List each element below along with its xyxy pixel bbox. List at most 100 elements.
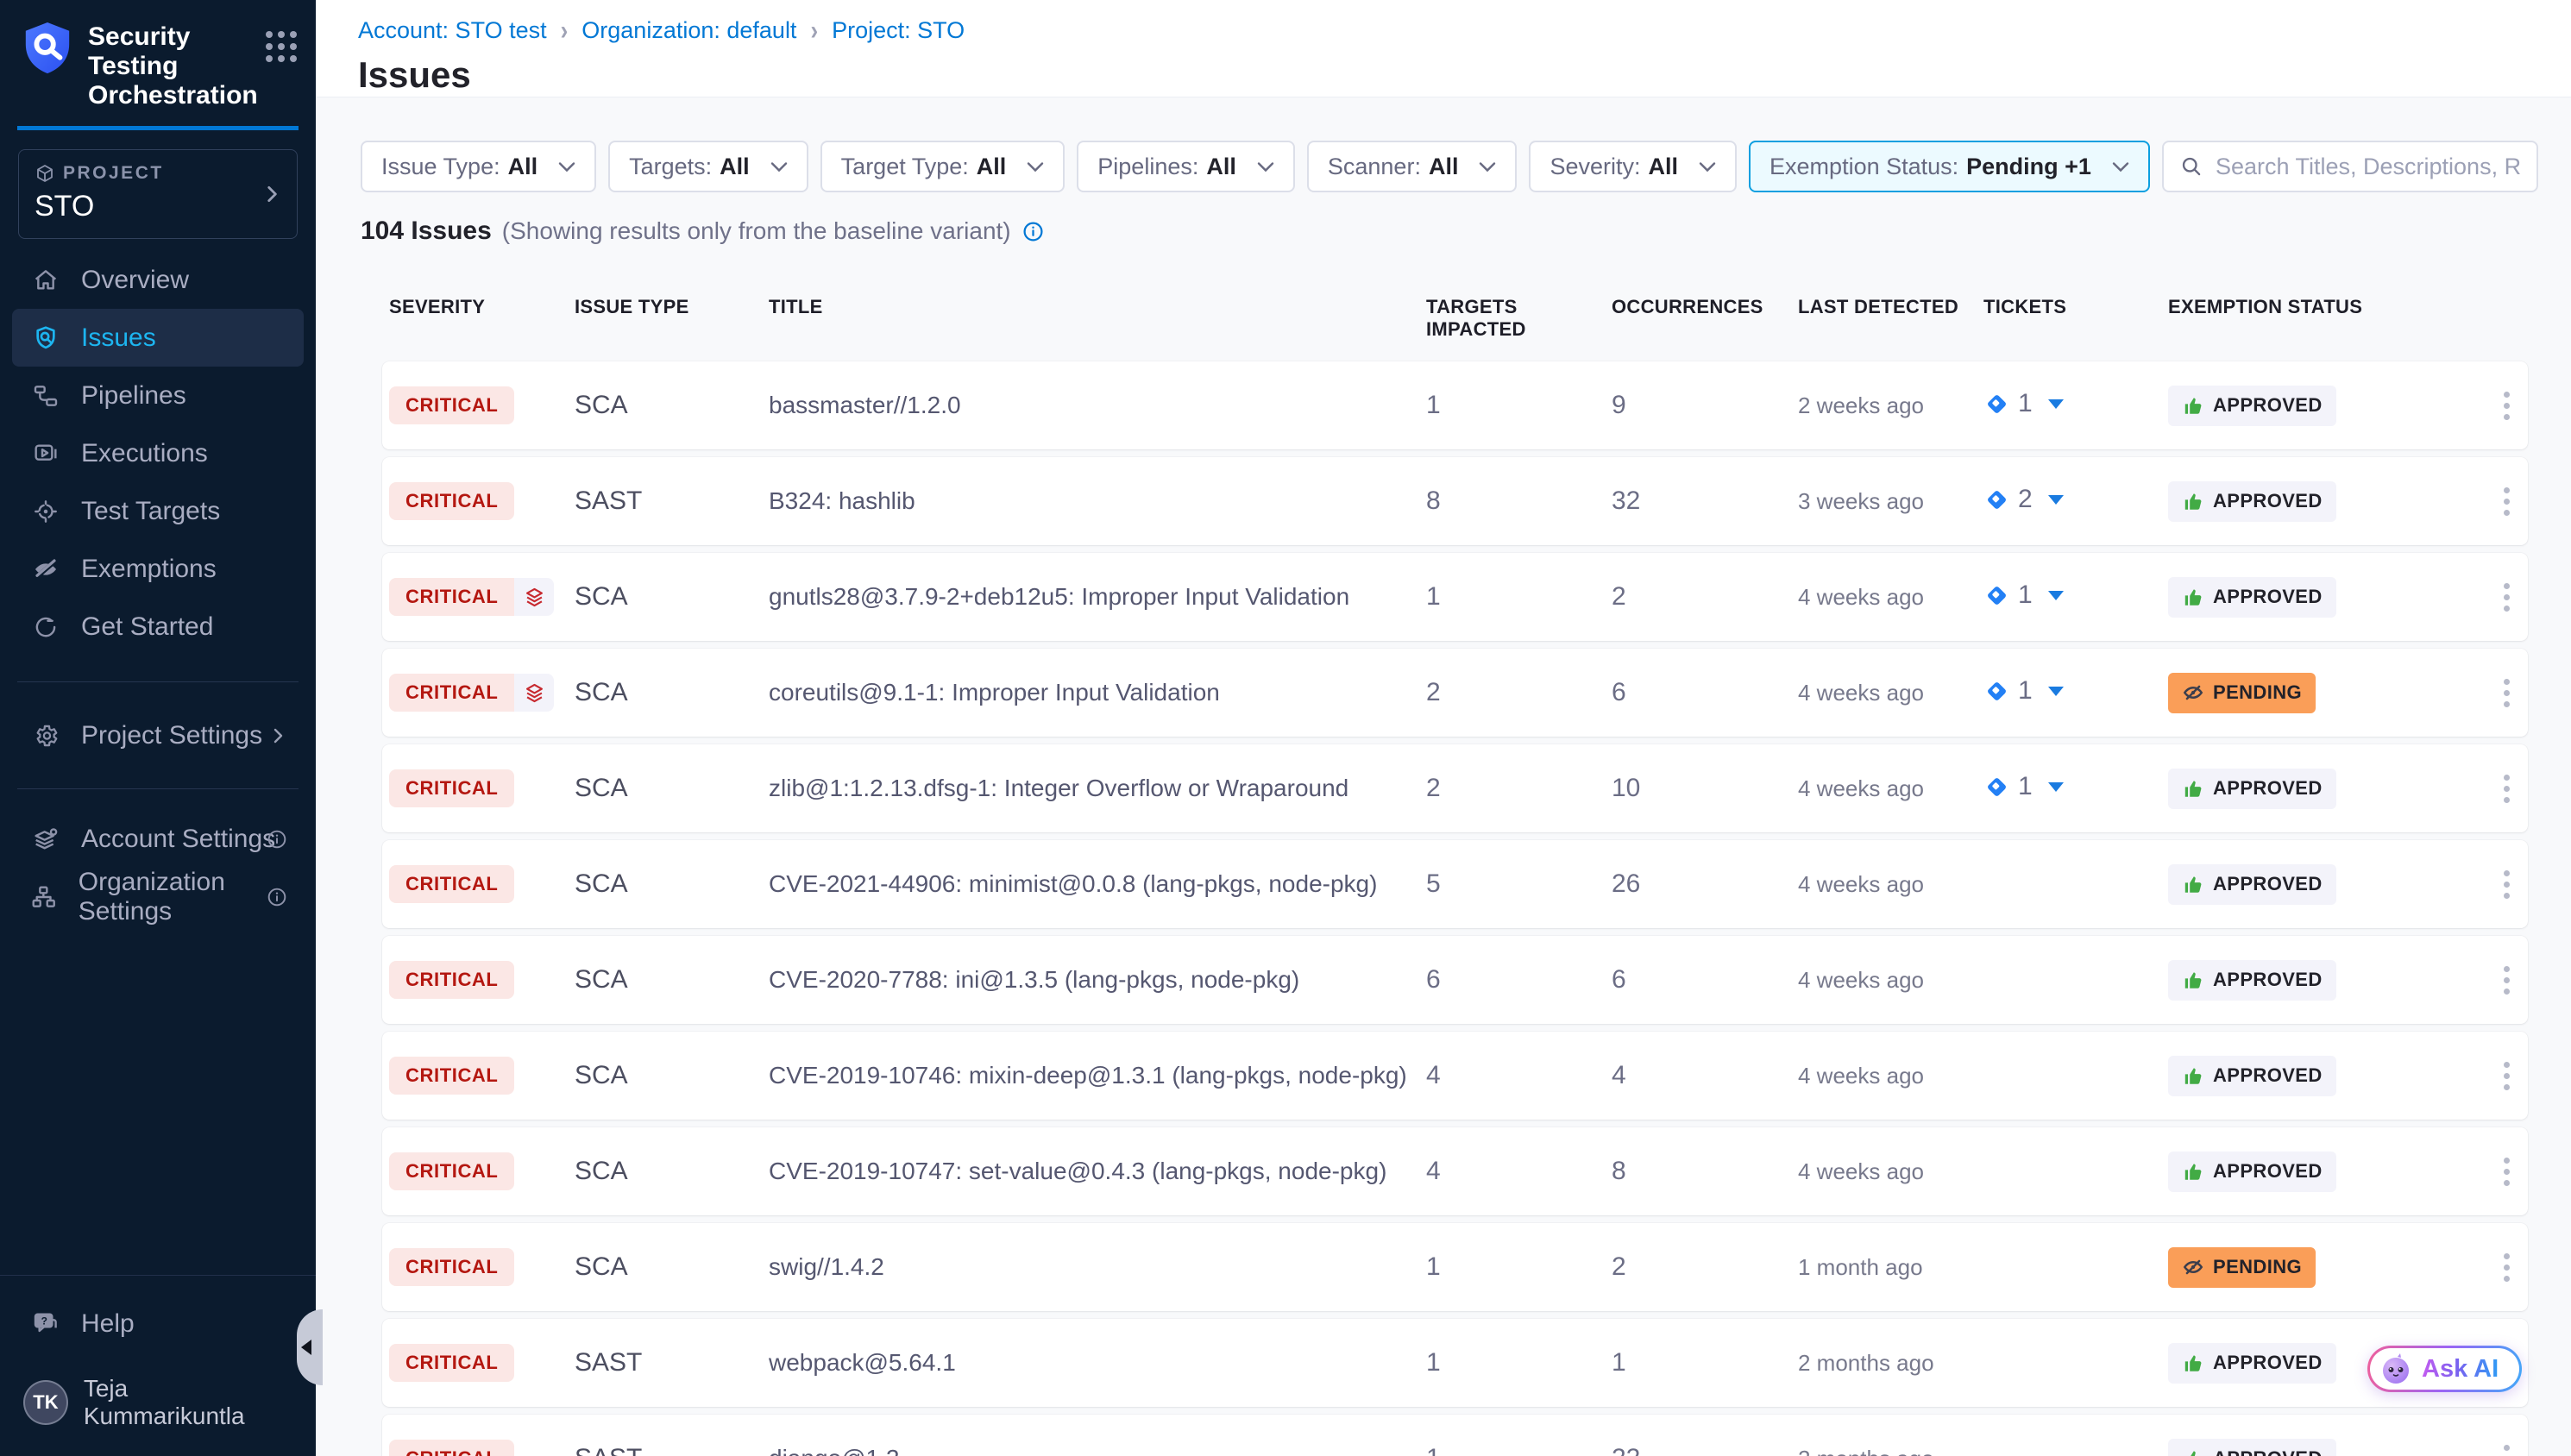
exemption-status-label: PENDING xyxy=(2213,681,2302,704)
issue-title[interactable]: CVE-2021-44906: minimist@0.0.8 (lang-pkg… xyxy=(769,870,1426,898)
svg-text:?: ? xyxy=(41,1315,47,1327)
search-input[interactable] xyxy=(2216,154,2521,180)
table-row[interactable]: CRITICAL SCA coreutils@9.1-1: Improper I… xyxy=(382,649,2528,737)
filter-targets[interactable]: Targets: All xyxy=(608,141,808,192)
table-row[interactable]: CRITICAL SAST webpack@5.64.1 1 1 2 month… xyxy=(382,1319,2528,1407)
filter-bar: Issue Type: All Targets: All Target Type… xyxy=(361,141,2528,192)
sidebar-item-overview[interactable]: Overview xyxy=(12,251,304,309)
filter-severity[interactable]: Severity: All xyxy=(1529,141,1737,192)
issue-title[interactable]: CVE-2020-7788: ini@1.3.5 (lang-pkgs, nod… xyxy=(769,966,1426,994)
issue-title[interactable]: gnutls28@3.7.9-2+deb12u5: Improper Input… xyxy=(769,583,1426,611)
sidebar-item-organization-settings[interactable]: Organization Settings xyxy=(12,868,304,926)
issue-title[interactable]: zlib@1:1.2.13.dfsg-1: Integer Overflow o… xyxy=(769,775,1426,802)
info-icon[interactable] xyxy=(266,886,288,908)
ticket-group[interactable]: 1 xyxy=(1983,389,2064,418)
filter-scanner[interactable]: Scanner: All xyxy=(1307,141,1518,192)
severity-badge: CRITICAL xyxy=(389,674,554,712)
filter-issue-type[interactable]: Issue Type: All xyxy=(361,141,596,192)
row-menu-button[interactable] xyxy=(2486,578,2528,617)
row-menu-button[interactable] xyxy=(2486,865,2528,904)
ticket-group[interactable]: 2 xyxy=(1983,485,2064,514)
sidebar-item-executions[interactable]: Executions xyxy=(12,424,304,482)
severity-badge: CRITICAL xyxy=(389,1248,514,1286)
sidebar-item-label: Pipelines xyxy=(81,381,186,411)
filter-target-type[interactable]: Target Type: All xyxy=(820,141,1065,192)
main-area: Account: STO test › Organization: defaul… xyxy=(316,0,2571,1456)
ticket-caret-icon[interactable] xyxy=(2048,591,2064,600)
issue-title[interactable]: django@1.2 xyxy=(769,1445,1426,1456)
menu-cell xyxy=(2486,674,2528,712)
sidebar-item-account-settings[interactable]: Account Settings xyxy=(12,810,304,868)
row-menu-button[interactable] xyxy=(2486,482,2528,521)
table-row[interactable]: CRITICAL SCA CVE-2021-44906: minimist@0.… xyxy=(382,840,2528,928)
issue-title[interactable]: swig//1.4.2 xyxy=(769,1253,1426,1281)
table-row[interactable]: CRITICAL SCA swig//1.4.2 1 2 1 month ago… xyxy=(382,1223,2528,1311)
breadcrumb-project[interactable]: Project: STO xyxy=(832,17,965,44)
sidebar-item-issues[interactable]: Issues xyxy=(12,309,304,367)
table-row[interactable]: CRITICAL SCA CVE-2019-10747: set-value@0… xyxy=(382,1127,2528,1215)
row-menu-button[interactable] xyxy=(2486,1057,2528,1095)
row-menu-button[interactable] xyxy=(2486,386,2528,425)
info-icon[interactable] xyxy=(266,828,288,850)
sidebar-item-test-targets[interactable]: Test Targets xyxy=(12,482,304,540)
sidebar-item-get-started[interactable]: Get Started xyxy=(12,598,304,656)
row-menu-button[interactable] xyxy=(2486,674,2528,712)
sidebar-collapse-handle[interactable] xyxy=(297,1309,323,1385)
table-row[interactable]: CRITICAL SCA CVE-2019-10746: mixin-deep@… xyxy=(382,1032,2528,1120)
sidebar-item-project-settings[interactable]: Project Settings xyxy=(12,706,304,764)
table-row[interactable]: CRITICAL SCA zlib@1:1.2.13.dfsg-1: Integ… xyxy=(382,744,2528,832)
divider xyxy=(17,788,299,789)
severity-badge: CRITICAL xyxy=(389,1152,514,1190)
table-row[interactable]: CRITICAL SCA CVE-2020-7788: ini@1.3.5 (l… xyxy=(382,936,2528,1024)
sidebar: Security Testing Orchestration PROJECT S… xyxy=(0,0,316,1456)
app-grid-icon[interactable] xyxy=(266,31,297,62)
filter-exemption-status[interactable]: Exemption Status: Pending +1 xyxy=(1749,141,2150,192)
ask-ai-button[interactable]: Ask AI xyxy=(2367,1346,2522,1392)
sidebar-item-label: Help xyxy=(81,1309,135,1339)
ticket-group[interactable]: 1 xyxy=(1983,581,2064,610)
menu-cell xyxy=(2486,1057,2528,1095)
issue-title[interactable]: bassmaster//1.2.0 xyxy=(769,392,1426,419)
exemption-cell: APPROVED xyxy=(2168,577,2486,618)
issues-table: SEVERITY ISSUE TYPE TITLE TARGETS IMPACT… xyxy=(382,296,2528,1456)
exemption-status-label: APPROVED xyxy=(2213,394,2323,417)
ticket-caret-icon[interactable] xyxy=(2048,495,2064,505)
sidebar-item-exemptions[interactable]: Exemptions xyxy=(12,540,304,598)
breadcrumb-organization[interactable]: Organization: default xyxy=(581,17,796,44)
project-selector[interactable]: PROJECT STO xyxy=(18,149,298,239)
info-icon[interactable] xyxy=(1021,220,1045,243)
ticket-group[interactable]: 1 xyxy=(1983,772,2064,801)
ticket-caret-icon[interactable] xyxy=(2048,782,2064,792)
issue-title[interactable]: webpack@5.64.1 xyxy=(769,1349,1426,1377)
issue-title[interactable]: CVE-2019-10747: set-value@0.4.3 (lang-pk… xyxy=(769,1158,1426,1185)
row-menu-button[interactable] xyxy=(2486,769,2528,808)
issue-title[interactable]: coreutils@9.1-1: Improper Input Validati… xyxy=(769,679,1426,706)
user-name: Teja Kummarikuntla xyxy=(84,1375,295,1430)
breadcrumb-account[interactable]: Account: STO test xyxy=(358,17,547,44)
sidebar-item-pipelines[interactable]: Pipelines xyxy=(12,367,304,424)
sidebar-item-help[interactable]: ? Help xyxy=(12,1295,304,1352)
user-menu[interactable]: TK Teja Kummarikuntla xyxy=(0,1375,316,1430)
severity-cell: CRITICAL xyxy=(389,1248,575,1286)
table-row[interactable]: CRITICAL SCA gnutls28@3.7.9-2+deb12u5: I… xyxy=(382,553,2528,641)
ticket-caret-icon[interactable] xyxy=(2048,399,2064,409)
severity-badge: CRITICAL xyxy=(389,1440,514,1456)
filter-pipelines[interactable]: Pipelines: All xyxy=(1077,141,1295,192)
row-menu-button[interactable] xyxy=(2486,961,2528,1000)
severity-label: CRITICAL xyxy=(389,1248,514,1286)
ticket-caret-icon[interactable] xyxy=(2048,687,2064,696)
issue-title[interactable]: B324: hashlib xyxy=(769,487,1426,515)
ai-mascot-icon xyxy=(2379,1352,2413,1386)
row-menu-button[interactable] xyxy=(2486,1152,2528,1191)
table-row[interactable]: CRITICAL SAST django@1.2 1 22 2 months a… xyxy=(382,1415,2528,1456)
occurrences: 9 xyxy=(1612,391,1798,420)
issue-title[interactable]: CVE-2019-10746: mixin-deep@1.3.1 (lang-p… xyxy=(769,1062,1426,1089)
sidebar-item-label: Project Settings xyxy=(81,721,262,750)
table-row[interactable]: CRITICAL SAST B324: hashlib 8 32 3 weeks… xyxy=(382,457,2528,545)
table-row[interactable]: CRITICAL SCA bassmaster//1.2.0 1 9 2 wee… xyxy=(382,361,2528,449)
row-menu-button[interactable] xyxy=(2486,1440,2528,1456)
ticket-group[interactable]: 1 xyxy=(1983,676,2064,706)
tickets-cell: 1 xyxy=(1983,389,2168,422)
row-menu-button[interactable] xyxy=(2486,1248,2528,1287)
issue-type: SCA xyxy=(575,869,769,899)
